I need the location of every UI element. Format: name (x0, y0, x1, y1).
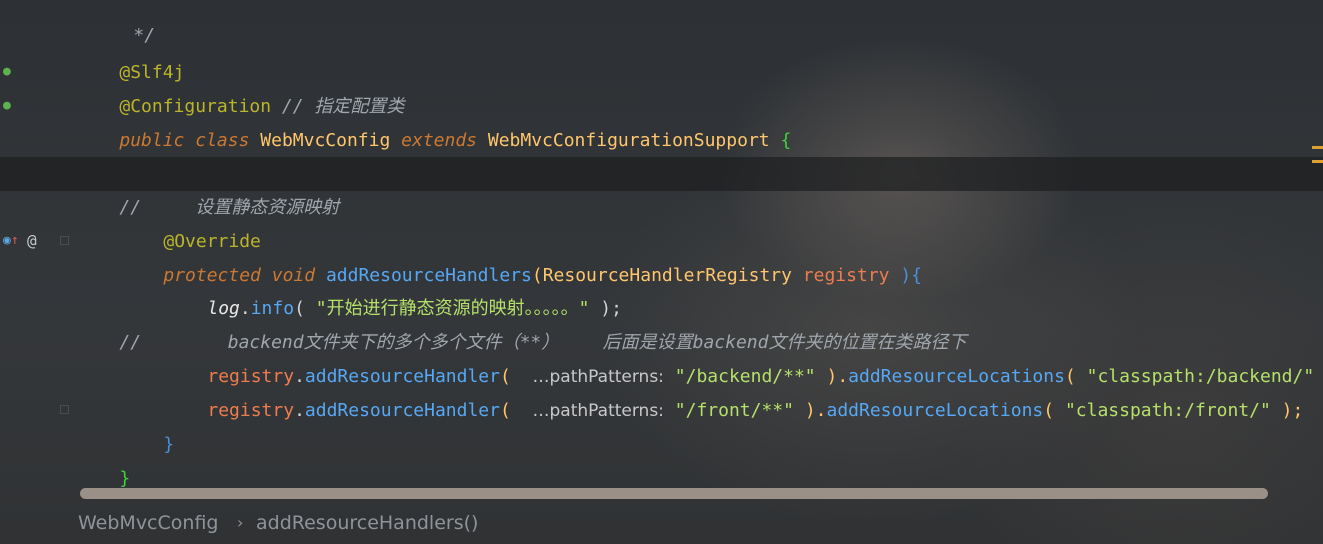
parameter-hint: …pathPatterns: (532, 401, 664, 421)
keyword: class (195, 130, 250, 151)
code-line: protected void addResourceHandlers(Resou… (120, 225, 922, 286)
string-literal: "/front/**" (674, 400, 794, 421)
paren: ( (1043, 400, 1065, 421)
code-line: @Override (120, 191, 261, 252)
superclass-name: WebMvcConfigurationSupport (487, 130, 770, 151)
string-literal: "classpath:/front/" (1064, 400, 1271, 421)
method-call: addResourceLocations (826, 400, 1044, 421)
paren: ). (793, 400, 827, 421)
dot: . (294, 400, 305, 421)
code-line: } (76, 428, 130, 489)
brace: { (780, 130, 792, 151)
horizontal-scrollbar[interactable] (80, 488, 1268, 499)
breadcrumb: WebMvcConfig › addResourceHandlers() (0, 502, 1323, 544)
code-line: @Slf4j (76, 22, 184, 83)
brace: } (119, 468, 131, 489)
code-line: log.info( "开始进行静态资源的映射。。。。。" ); (164, 258, 622, 319)
breadcrumb-method[interactable]: addResourceHandlers() (256, 502, 478, 544)
paren: ); (1314, 366, 1323, 387)
paren: ( (499, 400, 522, 421)
code-line: // backend文件夹下的多个多个文件（**） 后面是设置backend文件… (76, 292, 966, 353)
code-line: @Configuration // 指定配置类 (76, 56, 404, 117)
error-stripe-marker[interactable] (1312, 146, 1323, 149)
brace: ){ (889, 265, 923, 286)
code-line: public class WebMvcConfig extends WebMvc… (76, 90, 791, 151)
code-line: } (120, 394, 174, 455)
breadcrumb-class[interactable]: WebMvcConfig (78, 502, 218, 544)
variable: registry (207, 400, 295, 421)
breadcrumb-separator-icon: › (237, 513, 244, 532)
code-line: // 设置静态资源映射 (76, 157, 339, 218)
error-stripe-marker[interactable] (1312, 160, 1323, 163)
code-line: registry.addResourceHandler( …pathPatter… (164, 326, 1323, 387)
brace: } (163, 434, 175, 455)
paren: ); (1270, 400, 1304, 421)
code-line: */ (76, 0, 155, 46)
keyword: extends (401, 130, 478, 151)
code-editor[interactable]: */ @Slf4j @Configuration // 指定配置类 public… (0, 0, 1323, 489)
code-line: registry.addResourceHandler( …pathPatter… (164, 360, 1303, 421)
keyword: public (119, 130, 185, 151)
class-name: WebMvcConfig (260, 130, 391, 151)
parameter: registry (802, 265, 890, 286)
method-call: addResourceHandler (304, 400, 500, 421)
